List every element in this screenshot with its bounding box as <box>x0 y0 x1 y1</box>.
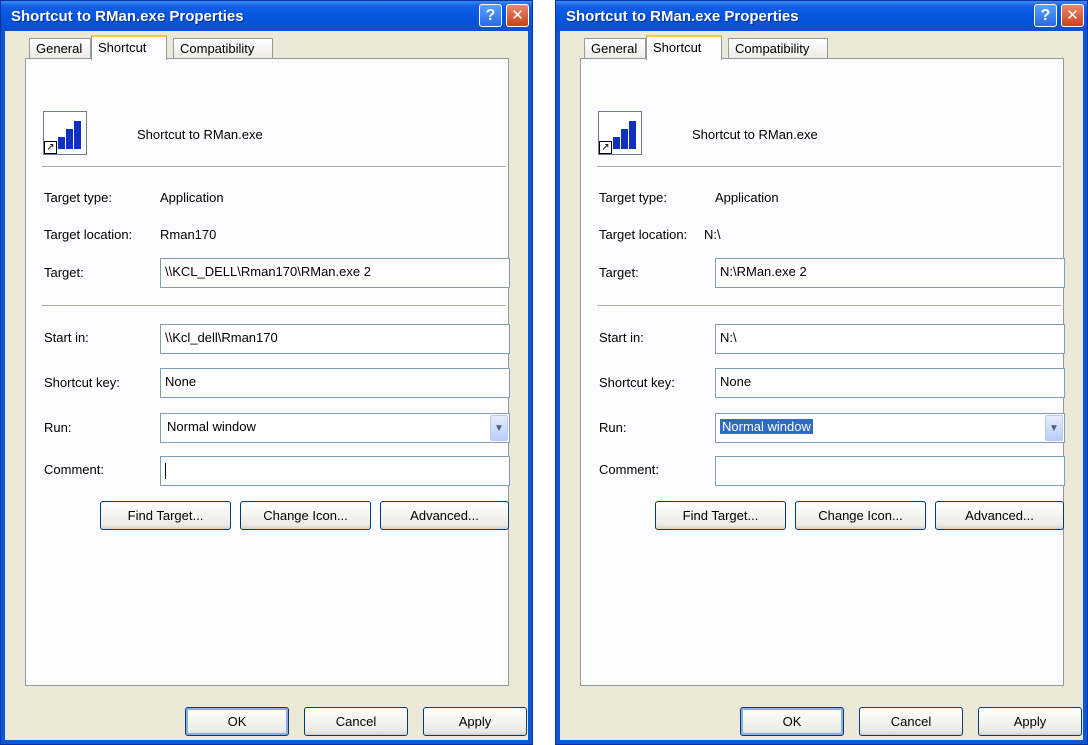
target-location-value: N:\ <box>704 227 721 242</box>
divider <box>42 305 506 307</box>
comment-field[interactable] <box>160 456 510 486</box>
shortcut-name: Shortcut to RMan.exe <box>692 127 818 142</box>
properties-dialog: Shortcut to RMan.exe Properties ? ✕ Gene… <box>555 0 1088 745</box>
target-field[interactable]: \\KCL_DELL\Rman170\RMan.exe 2 <box>160 258 510 288</box>
start-in-field[interactable]: \\Kcl_dell\Rman170 <box>160 324 510 354</box>
dialog-title: Shortcut to RMan.exe Properties <box>11 8 244 25</box>
help-icon[interactable]: ? <box>1034 4 1057 27</box>
find-target-button[interactable]: Find Target... <box>655 501 786 530</box>
tab-compatibility[interactable]: Compatibility <box>173 38 273 59</box>
tab-general[interactable]: General <box>29 38 91 59</box>
start-in-label: Start in: <box>44 330 89 345</box>
chevron-down-icon[interactable]: ▼ <box>1045 415 1063 441</box>
change-icon-button[interactable]: Change Icon... <box>795 501 926 530</box>
shortcut-tab-panel: ↗ Shortcut to RMan.exe Target type: Appl… <box>580 58 1065 686</box>
target-label: Target: <box>44 265 84 280</box>
shortcut-key-field[interactable]: None <box>715 368 1065 398</box>
dialog-title: Shortcut to RMan.exe Properties <box>566 8 799 25</box>
tab-general[interactable]: General <box>584 38 646 59</box>
start-in-label: Start in: <box>599 330 644 345</box>
target-label: Target: <box>599 265 639 280</box>
advanced-button[interactable]: Advanced... <box>380 501 509 530</box>
apply-button[interactable]: Apply <box>978 707 1082 736</box>
signal-bars-app-icon: ↗ <box>598 111 642 155</box>
target-type-label: Target type: <box>44 190 112 205</box>
target-location-label: Target location: <box>44 227 133 242</box>
target-type-value: Application <box>715 190 779 205</box>
properties-dialog: Shortcut to RMan.exe Properties ? ✕ Gene… <box>0 0 533 745</box>
advanced-button[interactable]: Advanced... <box>935 501 1064 530</box>
title-bar[interactable]: Shortcut to RMan.exe Properties ? ✕ <box>1 1 532 31</box>
cancel-button[interactable]: Cancel <box>304 707 408 736</box>
shortcut-key-label: Shortcut key: <box>599 375 675 390</box>
run-select[interactable]: Normal window ▼ <box>160 413 510 443</box>
target-type-label: Target type: <box>599 190 667 205</box>
help-icon[interactable]: ? <box>479 4 502 27</box>
comment-label: Comment: <box>599 462 659 477</box>
tab-compatibility[interactable]: Compatibility <box>728 38 828 59</box>
title-bar[interactable]: Shortcut to RMan.exe Properties ? ✕ <box>556 1 1087 31</box>
shortcut-arrow-icon: ↗ <box>44 141 57 154</box>
run-select[interactable]: Normal window ▼ <box>715 413 1065 443</box>
ok-button[interactable]: OK <box>185 707 289 736</box>
find-target-button[interactable]: Find Target... <box>100 501 231 530</box>
divider <box>597 166 1061 168</box>
target-location-label: Target location: <box>599 227 688 242</box>
target-location-value: Rman170 <box>160 227 217 242</box>
run-label: Run: <box>599 420 627 435</box>
start-in-field[interactable]: N:\ <box>715 324 1065 354</box>
cancel-button[interactable]: Cancel <box>859 707 963 736</box>
divider <box>597 305 1061 307</box>
close-icon[interactable]: ✕ <box>1061 4 1084 27</box>
run-select-value: Normal window <box>720 419 813 434</box>
close-icon[interactable]: ✕ <box>506 4 529 27</box>
ok-button[interactable]: OK <box>740 707 844 736</box>
apply-button[interactable]: Apply <box>423 707 527 736</box>
shortcut-tab-panel: ↗ Shortcut to RMan.exe Target type: Appl… <box>25 58 510 686</box>
text-cursor <box>165 463 166 479</box>
target-type-value: Application <box>160 190 224 205</box>
tab-shortcut[interactable]: Shortcut <box>646 35 722 60</box>
comment-field[interactable] <box>715 456 1065 486</box>
shortcut-name: Shortcut to RMan.exe <box>137 127 263 142</box>
divider <box>42 166 506 168</box>
chevron-down-icon[interactable]: ▼ <box>490 415 508 441</box>
shortcut-key-label: Shortcut key: <box>44 375 120 390</box>
run-label: Run: <box>44 420 72 435</box>
shortcut-key-field[interactable]: None <box>160 368 510 398</box>
run-select-value: Normal window <box>167 419 256 434</box>
signal-bars-app-icon: ↗ <box>43 111 87 155</box>
shortcut-arrow-icon: ↗ <box>599 141 612 154</box>
comment-label: Comment: <box>44 462 104 477</box>
change-icon-button[interactable]: Change Icon... <box>240 501 371 530</box>
target-field[interactable]: N:\RMan.exe 2 <box>715 258 1065 288</box>
tab-shortcut[interactable]: Shortcut <box>91 35 167 60</box>
